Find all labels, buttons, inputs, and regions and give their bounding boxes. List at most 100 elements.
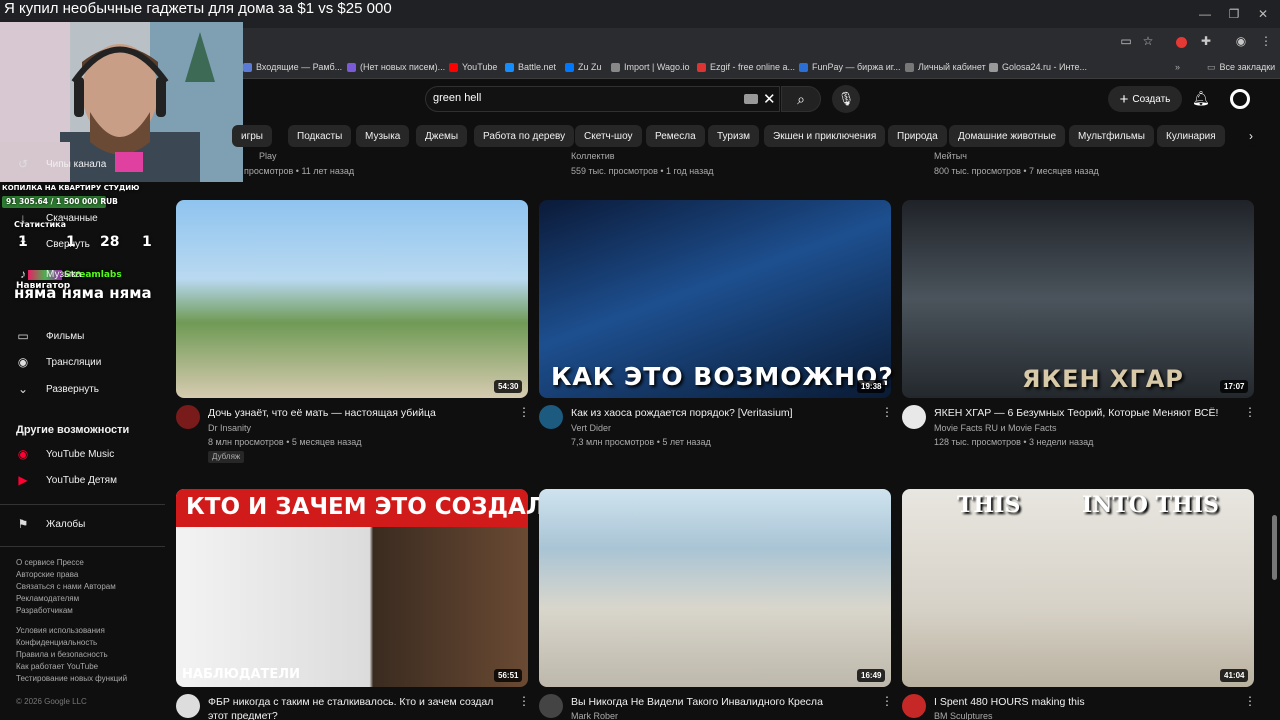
channel-name[interactable]: Dr Insanity — [208, 423, 251, 433]
channel-name[interactable]: Play — [259, 151, 277, 161]
bookmark-label: Golosa24.ru - Инте... — [1002, 62, 1087, 72]
channel-name[interactable]: Мейтыч — [934, 151, 967, 161]
channel-name[interactable]: Movie Facts RU и Movie Facts — [934, 423, 1057, 433]
channel-avatar[interactable] — [902, 694, 926, 718]
channel-name[interactable]: BM Sculptures — [934, 711, 993, 720]
sidebar-item-youtube-kids[interactable]: ▶ YouTube Детям — [16, 470, 117, 490]
puzzle-icon[interactable]: ✚ — [1198, 33, 1214, 49]
bookmark-favicon — [697, 62, 706, 72]
menu-icon[interactable]: ⋮ — [1258, 33, 1274, 49]
footer-link[interactable]: Авторские права — [16, 570, 78, 579]
footer-link[interactable]: Тестирование новых функций — [16, 674, 127, 683]
chip-10[interactable]: Домашние животные — [949, 125, 1066, 147]
maximize-icon[interactable]: ❐ — [1225, 6, 1243, 22]
more-options-icon[interactable]: ⋮ — [881, 405, 893, 419]
chip-0[interactable]: игры — [232, 125, 272, 147]
footer-link[interactable]: Условия использования — [16, 626, 105, 635]
cast-icon[interactable]: ▭ — [1118, 33, 1134, 49]
bookmark-item[interactable]: FunPay — биржа иг... — [799, 59, 900, 75]
chip-2[interactable]: Музыка — [356, 125, 410, 147]
footer-link[interactable]: Правила и безопасность — [16, 650, 108, 659]
chip-5[interactable]: Скетч-шоу — [575, 125, 642, 147]
more-options-icon[interactable]: ⋮ — [1244, 694, 1256, 708]
footer-link[interactable]: Как работает YouTube — [16, 662, 98, 671]
channel-avatar[interactable] — [176, 694, 200, 718]
video-title[interactable]: Дочь узнаёт, что её мать — настоящая уби… — [208, 407, 513, 419]
sidebar-item[interactable]: ♪ Музыка — [16, 264, 81, 284]
bookmark-item[interactable]: Входящие — Рамб... — [243, 59, 342, 75]
channel-name[interactable]: Vert Dider — [571, 423, 611, 433]
minimize-icon[interactable]: — — [1196, 6, 1214, 22]
footer-link[interactable]: Рекламодателям — [16, 594, 79, 603]
sidebar-item[interactable]: ↺ Чипы канала — [16, 154, 106, 174]
chip-9[interactable]: Природа — [888, 125, 947, 147]
bookmark-item[interactable]: (Нет новых писем)... — [347, 59, 445, 75]
sidebar-item[interactable]: ⌃ Свернуть — [16, 234, 90, 254]
channel-avatar[interactable] — [539, 694, 563, 718]
footer-link[interactable]: О сервисе Прессе — [16, 558, 84, 567]
star-icon[interactable]: ☆ — [1140, 33, 1156, 49]
bookmark-item[interactable]: Ezgif - free online a... — [697, 59, 795, 75]
window-title: Я купил необычные гаджеты для дома за $1… — [4, 0, 392, 17]
channel-avatar[interactable] — [176, 405, 200, 429]
chip-3[interactable]: Джемы — [416, 125, 468, 147]
sidebar-item[interactable]: ◉ Трансляции — [16, 352, 102, 372]
extension-icon[interactable] — [1176, 37, 1187, 48]
channel-name[interactable]: Mark Rober — [571, 711, 618, 720]
more-options-icon[interactable]: ⋮ — [1244, 405, 1256, 419]
video-title[interactable]: ЯКЕН ХГАР — 6 Безумных Теорий, Которые М… — [934, 407, 1239, 419]
sidebar-item-youtube-music[interactable]: ◉ YouTube Music — [16, 444, 114, 464]
all-bookmarks[interactable]: ▭ Все закладки — [1207, 59, 1275, 75]
avatar[interactable] — [1230, 89, 1250, 109]
sidebar-item[interactable]: ▭ Фильмы — [16, 326, 84, 346]
bookmark-label: (Нет новых писем)... — [360, 62, 446, 72]
bookmark-item[interactable]: Import | Wago.io — [611, 59, 690, 75]
sidebar-item[interactable]: ⌄ Развернуть — [16, 379, 99, 399]
profile-icon[interactable]: ◉ — [1233, 33, 1249, 49]
bookmark-item[interactable]: Battle.net — [505, 59, 556, 75]
chip-12[interactable]: Кулинария — [1157, 125, 1225, 147]
chip-1[interactable]: Подкасты — [288, 125, 352, 147]
sidebar-item[interactable]: ↓ Скачанные — [16, 208, 98, 228]
bookmark-label: FunPay — биржа иг... — [812, 62, 901, 72]
chips-next-icon[interactable]: › — [1240, 125, 1262, 147]
keyboard-icon[interactable] — [744, 94, 758, 104]
channel-name[interactable]: Коллектив — [571, 151, 615, 161]
chip-11[interactable]: Мультфильмы — [1069, 125, 1154, 147]
clear-search-icon[interactable]: ✕ — [763, 90, 776, 108]
footer-link[interactable]: Связаться с нами Авторам — [16, 582, 116, 591]
close-icon[interactable]: ✕ — [1254, 6, 1272, 22]
more-options-icon[interactable]: ⋮ — [881, 694, 893, 708]
bookmarks-overflow-icon[interactable]: » — [1175, 59, 1180, 75]
page-scrollbar[interactable] — [1272, 515, 1277, 580]
chip-4[interactable]: Работа по дереву — [474, 125, 575, 147]
video-thumbnail[interactable] — [539, 489, 891, 687]
video-title-line2[interactable]: этот предмет? — [208, 710, 278, 720]
bookmark-item[interactable]: Zu Zu — [565, 59, 602, 75]
video-title[interactable]: Как из хаоса рождается порядок? [Veritas… — [571, 407, 876, 419]
sidebar-item-report[interactable]: ⚑ Жалобы — [16, 514, 86, 534]
copyright[interactable]: © 2026 Google LLC — [16, 697, 87, 706]
channel-avatar[interactable] — [539, 405, 563, 429]
video-title[interactable]: Вы Никогда Не Видели Такого Инвалидного … — [571, 696, 876, 708]
chip-7[interactable]: Туризм — [708, 125, 760, 147]
video-title[interactable]: ФБР никогда с таким не сталкивалось. Кто… — [208, 696, 513, 708]
channel-avatar[interactable] — [902, 405, 926, 429]
search-button[interactable]: ⌕ — [781, 86, 821, 112]
chip-8[interactable]: Экшен и приключения — [764, 125, 886, 147]
video-thumbnail[interactable] — [176, 200, 528, 398]
bookmark-item[interactable]: Golosa24.ru - Инте... — [989, 59, 1087, 75]
plus-icon: + — [1119, 90, 1129, 108]
footer-link[interactable]: Разработчикам — [16, 606, 73, 615]
notifications-icon[interactable]: 🔔︎ — [1192, 90, 1210, 107]
bookmark-item[interactable]: YouTube — [449, 59, 497, 75]
video-thumbnail[interactable] — [902, 489, 1254, 687]
video-title[interactable]: I Spent 480 HOURS making this — [934, 696, 1239, 708]
voice-search-button[interactable]: 🎙︎ — [832, 85, 860, 113]
more-options-icon[interactable]: ⋮ — [518, 405, 530, 419]
create-button[interactable]: + Создать — [1108, 86, 1182, 112]
footer-link[interactable]: Конфиденциальность — [16, 638, 97, 647]
chip-6[interactable]: Ремесла — [646, 125, 705, 147]
bookmark-item[interactable]: Личный кабинет — [905, 59, 986, 75]
more-options-icon[interactable]: ⋮ — [518, 694, 530, 708]
